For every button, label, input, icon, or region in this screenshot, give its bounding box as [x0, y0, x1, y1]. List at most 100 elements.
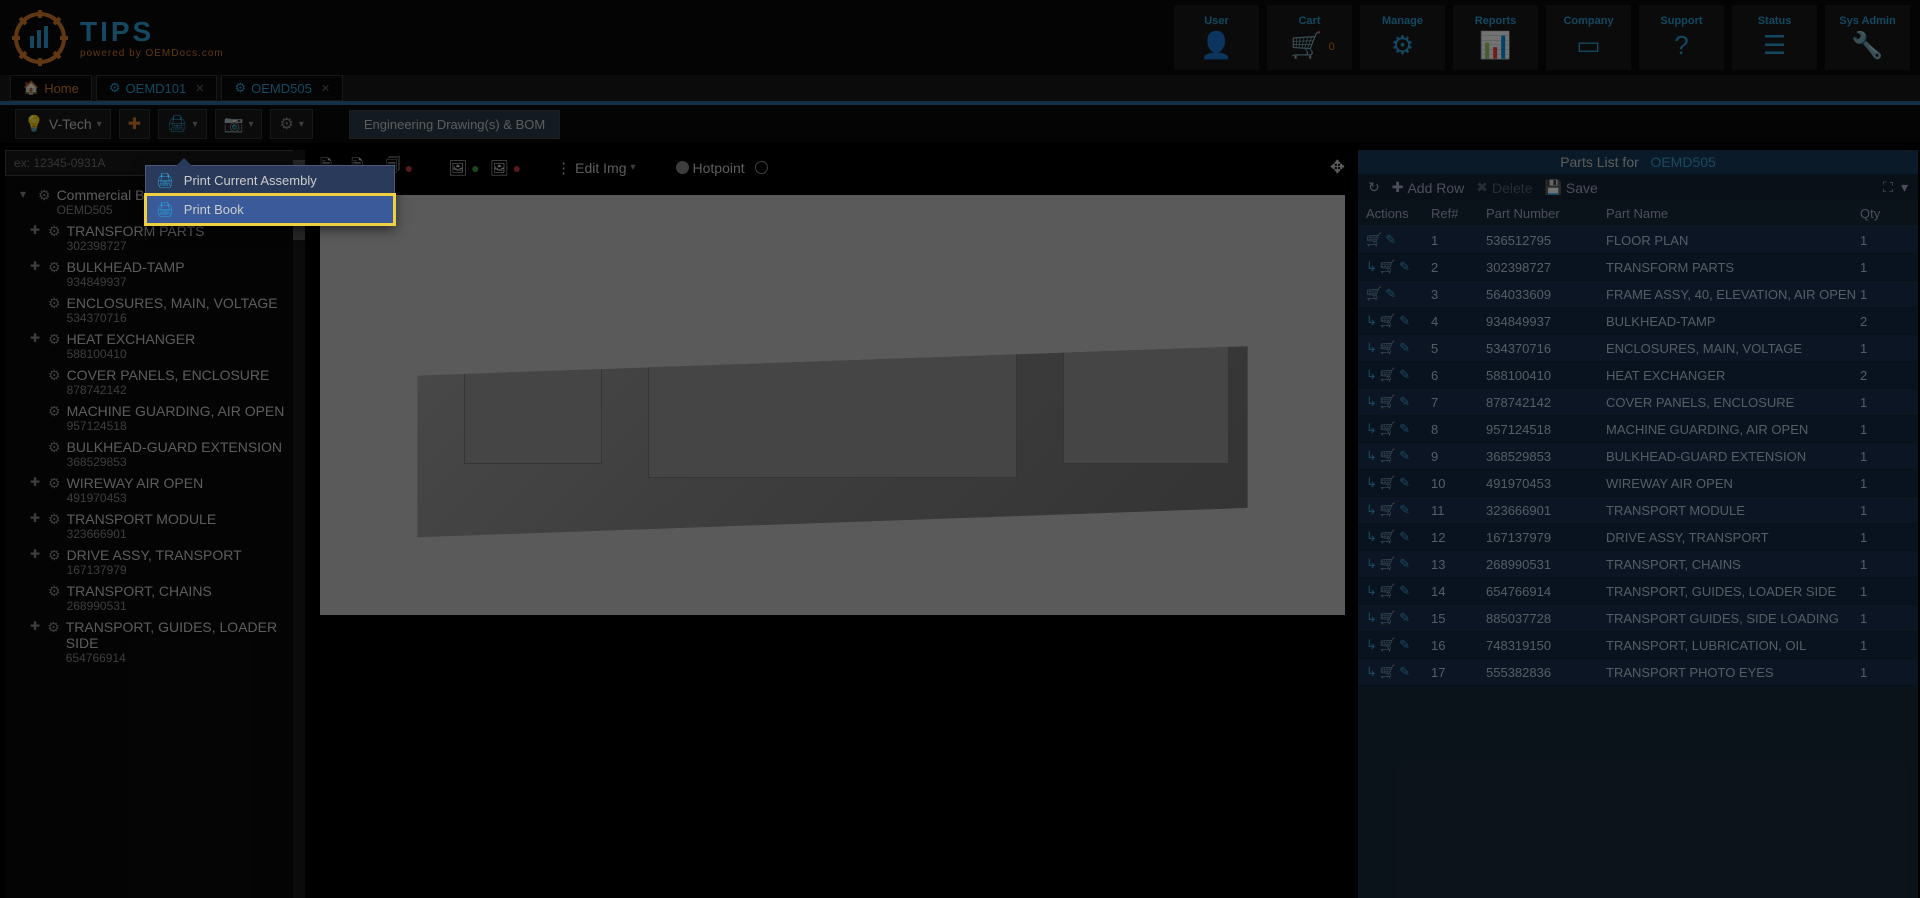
- drill-icon[interactable]: ↳: [1366, 367, 1377, 383]
- radio-empty[interactable]: [755, 161, 768, 174]
- drill-icon[interactable]: ↳: [1366, 610, 1377, 626]
- cart-icon[interactable]: 🛒: [1380, 475, 1396, 491]
- edit-icon[interactable]: ✎: [1399, 421, 1410, 437]
- table-row[interactable]: ↳ 🛒 ✎ 4 934849937 BULKHEAD-TAMP 2: [1358, 308, 1918, 335]
- tree-node[interactable]: ⚙ BULKHEAD-GUARD EXTENSION 368529853: [5, 436, 305, 472]
- edit-icon[interactable]: ✎: [1399, 367, 1410, 383]
- nav-tile-reports[interactable]: Reports 📊: [1453, 5, 1538, 70]
- tree-node[interactable]: ⚙ MACHINE GUARDING, AIR OPEN 957124518: [5, 400, 305, 436]
- nav-tile-cart[interactable]: Cart 🛒0: [1267, 5, 1352, 70]
- drill-icon[interactable]: ↳: [1366, 664, 1377, 680]
- print-current-assembly[interactable]: 🖨 Print Current Assembly: [146, 166, 394, 195]
- cart-icon[interactable]: 🛒: [1380, 529, 1396, 545]
- edit-icon[interactable]: ✎: [1399, 259, 1410, 275]
- drill-icon[interactable]: ↳: [1366, 637, 1377, 653]
- tree-node[interactable]: ✚ ⚙ WIREWAY AIR OPEN 491970453: [5, 472, 305, 508]
- edit-icon[interactable]: ✎: [1399, 529, 1410, 545]
- tab-doc1[interactable]: ⚙ OEMD101 ✕: [96, 75, 218, 101]
- drawing-canvas[interactable]: [320, 195, 1345, 615]
- tree-node[interactable]: ✚ ⚙ TRANSFORM PARTS 302398727: [5, 220, 305, 256]
- cart-icon[interactable]: 🛒: [1380, 637, 1396, 653]
- cart-icon[interactable]: 🛒: [1366, 232, 1382, 248]
- cart-icon[interactable]: 🛒: [1380, 583, 1396, 599]
- edit-icon[interactable]: ✎: [1385, 286, 1396, 302]
- tree-node[interactable]: ⚙ ENCLOSURES, MAIN, VOLTAGE 534370716: [5, 292, 305, 328]
- edit-icon[interactable]: ✎: [1399, 502, 1410, 518]
- settings-dropdown[interactable]: ⚙ ▾: [270, 109, 312, 139]
- edit-icon[interactable]: ✎: [1399, 340, 1410, 356]
- drill-icon[interactable]: ↳: [1366, 529, 1377, 545]
- edit-img-dropdown[interactable]: ⋮Edit Img▾: [556, 159, 635, 177]
- refresh-button[interactable]: ↻: [1368, 179, 1380, 196]
- logo[interactable]: TIPS powered by OEMDocs.com: [10, 8, 224, 68]
- tree-node[interactable]: ✚ ⚙ BULKHEAD-TAMP 934849937: [5, 256, 305, 292]
- table-row[interactable]: ↳ 🛒 ✎ 15 885037728 TRANSPORT GUIDES, SID…: [1358, 605, 1918, 632]
- cart-icon[interactable]: 🛒: [1380, 340, 1396, 356]
- nav-tile-company[interactable]: Company ▭: [1546, 5, 1631, 70]
- table-row[interactable]: ↳ 🛒 ✎ 7 878742142 COVER PANELS, ENCLOSUR…: [1358, 389, 1918, 416]
- subtab-engineering[interactable]: Engineering Drawing(s) & BOM: [349, 110, 560, 139]
- camera-dropdown[interactable]: 📷 ▾: [215, 109, 263, 139]
- edit-icon[interactable]: ✎: [1399, 556, 1410, 572]
- table-row[interactable]: ↳ 🛒 ✎ 5 534370716 ENCLOSURES, MAIN, VOLT…: [1358, 335, 1918, 362]
- table-row[interactable]: ↳ 🛒 ✎ 17 555382836 TRANSPORT PHOTO EYES …: [1358, 659, 1918, 686]
- tree-node[interactable]: ⚙ TRANSPORT, CHAINS 268990531: [5, 580, 305, 616]
- close-icon[interactable]: ✕: [321, 82, 330, 95]
- expand-button[interactable]: ⛶: [1883, 179, 1893, 196]
- expand-icon[interactable]: ✚: [30, 547, 42, 561]
- drill-icon[interactable]: ↳: [1366, 259, 1377, 275]
- drill-icon[interactable]: ↳: [1366, 583, 1377, 599]
- expand-icon[interactable]: ✚: [30, 475, 42, 489]
- drill-icon[interactable]: ↳: [1366, 340, 1377, 356]
- table-row[interactable]: ↳ 🛒 ✎ 2 302398727 TRANSFORM PARTS 1: [1358, 254, 1918, 281]
- tree-node[interactable]: ✚ ⚙ HEAT EXCHANGER 588100410: [5, 328, 305, 364]
- nav-tile-user[interactable]: User 👤: [1174, 5, 1259, 70]
- tab-home[interactable]: 🏠 Home: [10, 75, 92, 101]
- collapse-icon[interactable]: ▾: [20, 187, 32, 201]
- expand-icon[interactable]: ✚: [30, 223, 42, 237]
- table-row[interactable]: ↳ 🛒 ✎ 9 368529853 BULKHEAD-GUARD EXTENSI…: [1358, 443, 1918, 470]
- table-row[interactable]: ↳ 🛒 ✎ 12 167137979 DRIVE ASSY, TRANSPORT…: [1358, 524, 1918, 551]
- drill-icon[interactable]: ↳: [1366, 421, 1377, 437]
- table-row[interactable]: ↳ 🛒 ✎ 13 268990531 TRANSPORT, CHAINS 1: [1358, 551, 1918, 578]
- edit-icon[interactable]: ✎: [1399, 583, 1410, 599]
- edit-icon[interactable]: ✎: [1399, 448, 1410, 464]
- save-button[interactable]: 💾Save: [1544, 179, 1597, 196]
- expand-icon[interactable]: ✚: [30, 259, 42, 273]
- tree-node[interactable]: ✚ ⚙ DRIVE ASSY, TRANSPORT 167137979: [5, 544, 305, 580]
- cart-icon[interactable]: 🛒: [1380, 313, 1396, 329]
- drill-icon[interactable]: ↳: [1366, 448, 1377, 464]
- cart-icon[interactable]: 🛒: [1380, 556, 1396, 572]
- cart-icon[interactable]: 🛒: [1380, 502, 1396, 518]
- table-row[interactable]: ↳ 🛒 ✎ 10 491970453 WIREWAY AIR OPEN 1: [1358, 470, 1918, 497]
- edit-icon[interactable]: ✎: [1399, 610, 1410, 626]
- remove-image-button[interactable]: 🖼●: [490, 159, 522, 177]
- tree-node[interactable]: ✚ ⚙ TRANSPORT MODULE 323666901: [5, 508, 305, 544]
- tree-node[interactable]: ✚ ⚙ TRANSPORT, GUIDES, LOADER SIDE 65476…: [5, 616, 305, 668]
- edit-icon[interactable]: ✎: [1399, 394, 1410, 410]
- drill-icon[interactable]: ↳: [1366, 502, 1377, 518]
- table-row[interactable]: ↳ 🛒 ✎ 11 323666901 TRANSPORT MODULE 1: [1358, 497, 1918, 524]
- table-row[interactable]: 🛒 ✎ 1 536512795 FLOOR PLAN 1: [1358, 227, 1918, 254]
- print-dropdown-button[interactable]: 🖨 ▾: [158, 109, 206, 139]
- table-row[interactable]: ↳ 🛒 ✎ 8 957124518 MACHINE GUARDING, AIR …: [1358, 416, 1918, 443]
- add-button[interactable]: ✚: [119, 109, 150, 139]
- close-icon[interactable]: ✕: [195, 82, 204, 95]
- cart-icon[interactable]: 🛒: [1380, 664, 1396, 680]
- drill-icon[interactable]: ↳: [1366, 556, 1377, 572]
- scrollbar[interactable]: [293, 150, 305, 898]
- cart-icon[interactable]: 🛒: [1380, 610, 1396, 626]
- expand-icon[interactable]: ✚: [30, 331, 42, 345]
- nav-tile-manage[interactable]: Manage ⚙: [1360, 5, 1445, 70]
- add-row-button[interactable]: ✚Add Row: [1392, 179, 1465, 196]
- nav-tile-status[interactable]: Status ☰: [1732, 5, 1817, 70]
- cart-icon[interactable]: 🛒: [1366, 286, 1382, 302]
- table-row[interactable]: ↳ 🛒 ✎ 14 654766914 TRANSPORT, GUIDES, LO…: [1358, 578, 1918, 605]
- add-image-button[interactable]: 🖼●: [448, 159, 480, 177]
- cart-icon[interactable]: 🛒: [1380, 259, 1396, 275]
- drill-icon[interactable]: ↳: [1366, 475, 1377, 491]
- expand-icon[interactable]: ✚: [30, 511, 42, 525]
- edit-icon[interactable]: ✎: [1399, 475, 1410, 491]
- table-row[interactable]: ↳ 🛒 ✎ 6 588100410 HEAT EXCHANGER 2: [1358, 362, 1918, 389]
- edit-icon[interactable]: ✎: [1399, 313, 1410, 329]
